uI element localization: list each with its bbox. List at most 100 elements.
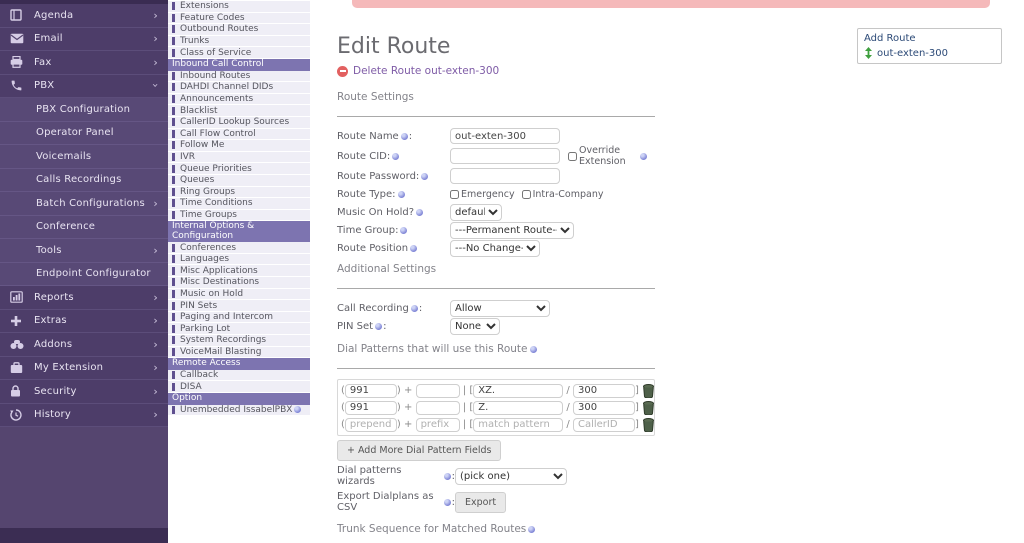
briefcase-icon [10, 361, 25, 374]
callerid-input[interactable] [573, 418, 635, 432]
route-list-item[interactable]: out-exten-300 [864, 47, 995, 59]
trash-icon[interactable] [642, 401, 655, 415]
help-icon[interactable] [528, 526, 535, 533]
menu-item-feature-codes[interactable]: Feature Codes [168, 13, 310, 25]
menu-item-outbound-routes[interactable]: Outbound Routes [168, 24, 310, 36]
call-recording-select[interactable]: Allow [450, 300, 550, 317]
help-icon[interactable] [530, 346, 537, 353]
menu-item-trunks[interactable]: Trunks [168, 36, 310, 48]
help-icon[interactable] [640, 153, 647, 160]
sidebar-item-my-extension[interactable]: My Extension› [0, 357, 168, 381]
match-pattern-input[interactable] [473, 384, 563, 398]
prefix-input[interactable] [416, 384, 460, 398]
sidebar-item-agenda[interactable]: Agenda› [0, 4, 168, 28]
add-route-link[interactable]: Add Route [864, 33, 995, 44]
route-name-input[interactable] [450, 128, 560, 144]
sidebar-item-calls-recordings[interactable]: Calls Recordings [0, 169, 168, 193]
sidebar-item-addons[interactable]: Addons› [0, 333, 168, 357]
menu-item-time-groups[interactable]: Time Groups [168, 210, 310, 222]
trash-icon[interactable] [642, 384, 655, 398]
route-position-select[interactable]: ---No Change--- [450, 240, 540, 257]
callerid-input[interactable] [573, 384, 635, 398]
trash-icon[interactable] [642, 418, 655, 432]
chevron-right-icon: › [153, 32, 158, 45]
sidebar-item-batch-configurations[interactable]: Batch Configurations› [0, 192, 168, 216]
prepend-input[interactable] [345, 384, 397, 398]
export-button[interactable]: Export [455, 492, 506, 513]
prefix-input[interactable] [416, 401, 460, 415]
menu-item-dahdi-channel-dids[interactable]: DAHDI Channel DIDs [168, 82, 310, 94]
menu-item-call-flow-control[interactable]: Call Flow Control [168, 129, 310, 141]
route-cid-input[interactable] [450, 148, 560, 164]
sidebar-item-endpoint-configurator[interactable]: Endpoint Configurator [0, 263, 168, 287]
menu-item-callback[interactable]: Callback [168, 370, 310, 382]
form-row-export-dialplans: Export Dialplans as CSV: Export [337, 491, 655, 513]
menu-item-class-of-service[interactable]: Class of Service [168, 47, 310, 59]
help-icon[interactable] [400, 227, 407, 234]
help-icon[interactable] [375, 323, 382, 330]
menu-item-announcements[interactable]: Announcements [168, 94, 310, 106]
route-position-label: Route Position [337, 243, 408, 254]
menu-item-follow-me[interactable]: Follow Me [168, 140, 310, 152]
prefix-input[interactable] [416, 418, 460, 432]
sidebar-item-history[interactable]: History› [0, 404, 168, 428]
menu-item-unembedded-issabelpbx[interactable]: Unembedded IssabelPBX [168, 405, 310, 417]
menu-item-time-conditions[interactable]: Time Conditions [168, 198, 310, 210]
sidebar-item-pbx-configuration[interactable]: PBX Configuration [0, 98, 168, 122]
help-icon[interactable] [392, 153, 399, 160]
override-extension-checkbox[interactable] [568, 152, 577, 161]
prepend-input[interactable] [345, 418, 397, 432]
menu-item-blacklist[interactable]: Blacklist [168, 105, 310, 117]
menu-item-extensions[interactable]: Extensions [168, 1, 310, 13]
menu-item-callerid-lookup-sources[interactable]: CallerID Lookup Sources [168, 117, 310, 129]
menu-item-queues[interactable]: Queues [168, 175, 310, 187]
delete-route-link[interactable]: Delete Route out-exten-300 [337, 65, 655, 77]
menu-item-misc-applications[interactable]: Misc Applications [168, 265, 310, 277]
time-group-select[interactable]: ---Permanent Route--- [450, 222, 574, 239]
prepend-input[interactable] [345, 401, 397, 415]
menu-item-paging-and-intercom[interactable]: Paging and Intercom [168, 312, 310, 324]
sidebar-item-extras[interactable]: Extras› [0, 310, 168, 334]
route-password-input[interactable] [450, 168, 560, 184]
menu-item-ivr[interactable]: IVR [168, 152, 310, 164]
menu-item-pin-sets[interactable]: PIN Sets [168, 300, 310, 312]
menu-item-voicemail-blasting[interactable]: VoiceMail Blasting [168, 347, 310, 359]
dial-patterns-wizards-select[interactable]: (pick one) [455, 468, 567, 485]
menu-item-disa[interactable]: DISA [168, 381, 310, 393]
match-pattern-input[interactable] [473, 418, 563, 432]
sidebar-item-tools[interactable]: Tools› [0, 239, 168, 263]
help-icon[interactable] [416, 209, 423, 216]
callerid-input[interactable] [573, 401, 635, 415]
sidebar-item-pbx[interactable]: PBX› [0, 75, 168, 99]
menu-item-conferences[interactable]: Conferences [168, 242, 310, 254]
sidebar-item-email[interactable]: Email› [0, 28, 168, 52]
menu-item-music-on-hold[interactable]: Music on Hold [168, 289, 310, 301]
menu-item-queue-priorities[interactable]: Queue Priorities [168, 163, 310, 175]
help-icon[interactable] [410, 245, 417, 252]
menu-item-system-recordings[interactable]: System Recordings [168, 335, 310, 347]
help-icon[interactable] [444, 473, 451, 480]
help-icon[interactable] [294, 406, 301, 413]
sidebar-item-fax[interactable]: Fax› [0, 51, 168, 75]
intra-company-checkbox[interactable] [522, 190, 531, 199]
music-on-hold-select[interactable]: default [450, 204, 502, 221]
sidebar-item-security[interactable]: Security› [0, 380, 168, 404]
menu-item-languages[interactable]: Languages [168, 254, 310, 266]
help-icon[interactable] [444, 499, 451, 506]
menu-item-ring-groups[interactable]: Ring Groups [168, 187, 310, 199]
help-icon[interactable] [398, 191, 405, 198]
menu-item-inbound-routes[interactable]: Inbound Routes [168, 71, 310, 83]
sidebar-item-operator-panel[interactable]: Operator Panel [0, 122, 168, 146]
sidebar-item-reports[interactable]: Reports› [0, 286, 168, 310]
sidebar-item-voicemails[interactable]: Voicemails [0, 145, 168, 169]
help-icon[interactable] [401, 133, 408, 140]
menu-item-misc-destinations[interactable]: Misc Destinations [168, 277, 310, 289]
help-icon[interactable] [421, 173, 428, 180]
pin-set-select[interactable]: None [450, 318, 500, 335]
menu-item-parking-lot[interactable]: Parking Lot [168, 323, 310, 335]
help-icon[interactable] [411, 305, 418, 312]
sidebar-item-conference[interactable]: Conference [0, 216, 168, 240]
emergency-checkbox[interactable] [450, 190, 459, 199]
add-more-dial-pattern-fields-button[interactable]: + Add More Dial Pattern Fields [337, 440, 501, 461]
match-pattern-input[interactable] [473, 401, 563, 415]
